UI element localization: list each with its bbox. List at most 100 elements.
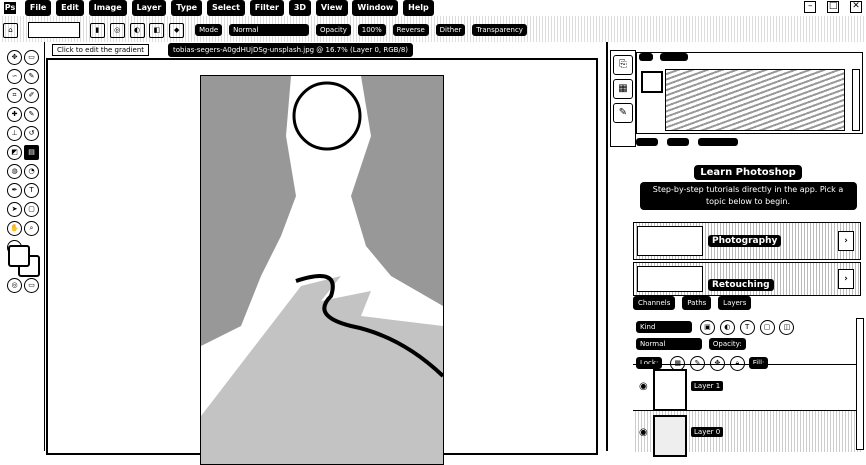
- topic-photography[interactable]: Photography ›: [633, 222, 861, 260]
- retouching-thumbnail: [637, 266, 703, 292]
- chevron-right-icon[interactable]: ›: [838, 231, 854, 251]
- menu-window[interactable]: Window: [352, 0, 399, 16]
- filter-type-icon[interactable]: T: [739, 320, 755, 335]
- blend-mode-select[interactable]: Normal: [636, 338, 702, 350]
- gradient-scrollbar[interactable]: [852, 69, 860, 131]
- panel-tab[interactable]: [659, 53, 688, 61]
- panel-tab[interactable]: [639, 53, 653, 61]
- menu-file[interactable]: File: [24, 0, 52, 16]
- eraser-tool-icon[interactable]: ◩: [7, 145, 22, 160]
- linear-gradient-icon[interactable]: ▮: [89, 23, 105, 38]
- dither-checkbox[interactable]: Dither: [435, 23, 466, 36]
- photoshop-logo[interactable]: Ps: [4, 2, 16, 14]
- menu-view[interactable]: View: [315, 0, 348, 16]
- home-icon[interactable]: ⌂: [3, 23, 18, 38]
- crop-tool-icon[interactable]: ⌗: [7, 88, 22, 103]
- screen-mode-icon[interactable]: ▭: [24, 278, 39, 293]
- learn-title: Learn Photoshop: [694, 165, 802, 180]
- filter-pixel-icon[interactable]: ▣: [699, 320, 715, 335]
- learn-panel-tabs: [636, 138, 862, 150]
- clone-stamp-tool-icon[interactable]: ⊥: [7, 126, 22, 141]
- menu-edit[interactable]: Edit: [56, 0, 84, 16]
- topic-retouching[interactable]: Retouching ›: [633, 262, 861, 296]
- topic-label: Retouching: [708, 279, 774, 291]
- menu-select[interactable]: Select: [206, 0, 245, 16]
- brush-tool-icon[interactable]: ✎: [24, 107, 39, 122]
- shape-tool-icon[interactable]: ▢: [24, 202, 39, 217]
- blur-tool-icon[interactable]: ◍: [7, 164, 22, 179]
- visibility-eye-icon[interactable]: ◉: [639, 427, 648, 438]
- menu-bar: Ps File Edit Image Layer Type Select Fil…: [0, 0, 866, 17]
- layers-blend-row: Normal Opacity:: [636, 338, 862, 352]
- layer-name[interactable]: Layer 1: [691, 381, 724, 391]
- menu-help[interactable]: Help: [403, 0, 434, 16]
- filter-shape-icon[interactable]: ▢: [759, 320, 775, 335]
- marquee-tool-icon[interactable]: ▭: [24, 50, 39, 65]
- layers-filter-row: Kind ▣ ◐ T ▢ ◫: [636, 318, 862, 335]
- menu-image[interactable]: Image: [88, 0, 127, 16]
- menu-filter[interactable]: Filter: [249, 0, 284, 16]
- radial-gradient-icon[interactable]: ◎: [109, 23, 125, 38]
- path-selection-tool-icon[interactable]: ➤: [7, 202, 22, 217]
- reflected-gradient-icon[interactable]: ◧: [149, 23, 165, 38]
- tab-libraries[interactable]: [636, 138, 658, 146]
- document-canvas[interactable]: [200, 75, 444, 465]
- libraries-icon[interactable]: ▦: [613, 79, 633, 99]
- angle-gradient-icon[interactable]: ◐: [129, 23, 145, 38]
- tab-adjustments[interactable]: [666, 138, 689, 146]
- close-button[interactable]: ✕: [850, 1, 862, 13]
- move-tool-icon[interactable]: ✥: [7, 50, 22, 65]
- mode-label: Mode: [195, 23, 223, 36]
- eyedropper-tool-icon[interactable]: ✐: [24, 88, 39, 103]
- tab-channels[interactable]: Channels: [633, 296, 676, 310]
- lasso-tool-icon[interactable]: ∽: [7, 69, 22, 84]
- filter-adjustment-icon[interactable]: ◐: [719, 320, 735, 335]
- tab-paths[interactable]: Paths: [682, 296, 712, 310]
- gradient-preview-large: [665, 69, 845, 131]
- pen-tool-icon[interactable]: ✒: [7, 183, 22, 198]
- gradient-panel-tabs: [639, 53, 688, 64]
- visibility-eye-icon[interactable]: ◉: [639, 381, 648, 392]
- gradient-preview[interactable]: [27, 21, 80, 38]
- window-controls: – □ ✕: [796, 1, 862, 13]
- diamond-gradient-icon[interactable]: ◆: [169, 23, 185, 38]
- foreground-color-swatch[interactable]: [8, 245, 30, 267]
- maximize-button[interactable]: □: [827, 1, 840, 13]
- layer-row-selected[interactable]: ◉ Layer 0: [633, 410, 861, 457]
- minimize-button[interactable]: –: [804, 1, 817, 13]
- chevron-right-icon[interactable]: ›: [838, 269, 854, 289]
- tab-learn[interactable]: [697, 138, 738, 146]
- reverse-checkbox[interactable]: Reverse: [392, 23, 429, 36]
- learn-panel: Learn Photoshop Step-by-step tutorials d…: [633, 165, 863, 210]
- color-swatch-icon[interactable]: [641, 71, 663, 93]
- brush-icon[interactable]: ✎: [613, 103, 633, 123]
- hand-tool-icon[interactable]: ✋: [7, 221, 22, 236]
- healing-brush-tool-icon[interactable]: ✚: [7, 107, 22, 122]
- history-brush-tool-icon[interactable]: ↺: [24, 126, 39, 141]
- layer-row[interactable]: ◉ Layer 1: [633, 364, 861, 411]
- opacity-label: Opacity:: [708, 338, 746, 350]
- gradient-tool-icon[interactable]: ▤: [24, 145, 39, 160]
- layer-name[interactable]: Layer 0: [691, 427, 724, 437]
- quick-mask-row: ◎ ▭: [6, 276, 40, 295]
- menu-layer[interactable]: Layer: [131, 0, 167, 16]
- topic-label: Photography: [708, 235, 782, 247]
- magic-wand-tool-icon[interactable]: ✎: [24, 69, 39, 84]
- opacity-input[interactable]: 100%: [357, 23, 386, 36]
- zoom-tool-icon[interactable]: ⌕: [24, 221, 39, 236]
- filter-kind-select[interactable]: Kind: [636, 320, 692, 333]
- layers-scrollbar[interactable]: [856, 318, 864, 450]
- landscape-image: [201, 76, 443, 464]
- quick-mask-icon[interactable]: ◎: [7, 278, 22, 293]
- dodge-tool-icon[interactable]: ◔: [24, 164, 39, 179]
- type-tool-icon[interactable]: T: [24, 183, 39, 198]
- document-tab[interactable]: tobias-segers-A0gdHUjDSg-unsplash.jpg @ …: [168, 43, 414, 57]
- toolbox: ✥▭ ∽✎ ⌗✐ ✚✎ ⊥↺ ◩▤ ◍◔ ✒T ➤▢ ✋⌕ … ◎▭: [0, 42, 45, 451]
- menu-type[interactable]: Type: [171, 0, 203, 16]
- transparency-checkbox[interactable]: Transparency: [472, 23, 527, 36]
- opacity-label: Opacity: [315, 23, 351, 36]
- menu-3d[interactable]: 3D: [288, 0, 312, 16]
- mode-select[interactable]: Normal: [229, 23, 310, 36]
- tab-layers[interactable]: Layers: [718, 296, 752, 310]
- history-icon[interactable]: ⎘: [613, 55, 633, 75]
